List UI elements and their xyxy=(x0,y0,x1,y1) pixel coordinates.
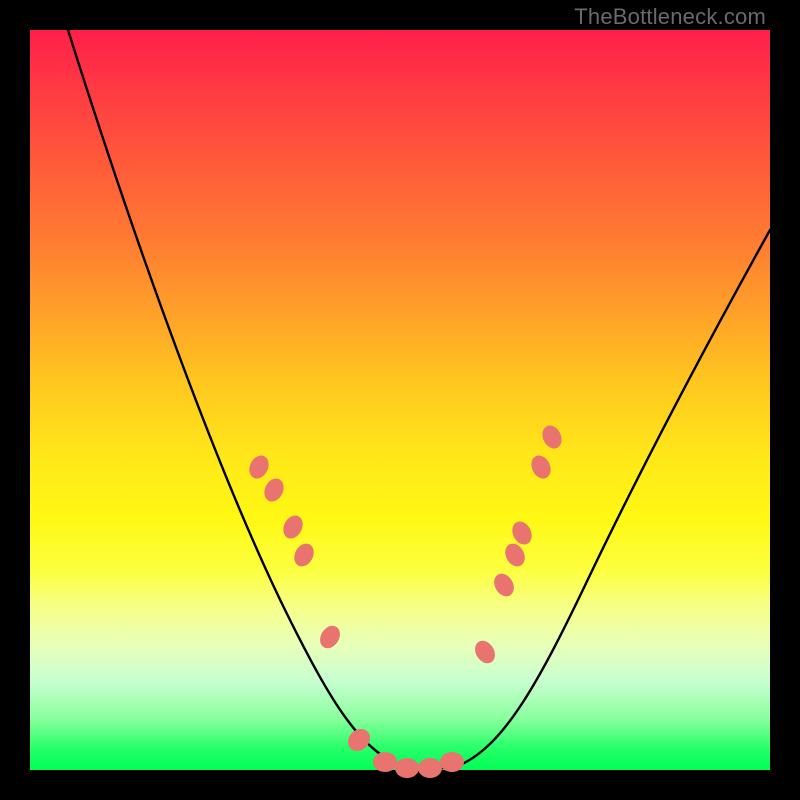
curve-layer xyxy=(30,30,770,770)
bottleneck-chart: TheBottleneck.com xyxy=(0,0,800,800)
watermark-text: TheBottleneck.com xyxy=(574,4,766,30)
highlight-dots xyxy=(246,422,565,778)
plot-area xyxy=(30,30,770,770)
bottleneck-curve xyxy=(68,30,770,769)
